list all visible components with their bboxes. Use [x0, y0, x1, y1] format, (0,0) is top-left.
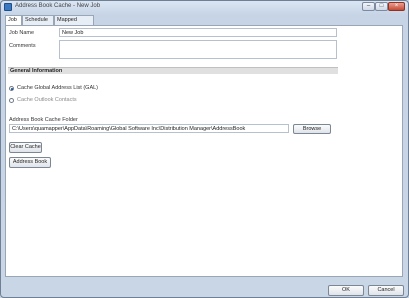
address-book-button[interactable]: Address Book — [9, 157, 51, 168]
comments-label: Comments — [9, 43, 36, 49]
app-icon — [4, 3, 12, 11]
job-tab-panel: Job Name New Job Comments General Inform… — [5, 25, 403, 277]
cache-outlook-label[interactable]: Cache Outlook Contacts — [17, 97, 77, 103]
job-name-label: Job Name — [9, 30, 35, 36]
browse-button[interactable]: Browse — [293, 124, 331, 134]
title-bar[interactable]: Address Book Cache - New Job ‒ □ × — [1, 1, 408, 13]
tab-mapped-drives[interactable]: Mapped Drives — [54, 15, 94, 32]
cache-folder-field[interactable]: C:\Users\quamapper\AppData\Roaming\Globa… — [9, 124, 289, 133]
maximize-button[interactable]: □ — [375, 2, 388, 11]
cache-outlook-radio[interactable] — [9, 98, 14, 103]
ok-button[interactable]: OK — [328, 285, 364, 296]
window-title: Address Book Cache - New Job — [15, 3, 101, 9]
general-information-header: General Information — [8, 67, 338, 74]
cancel-button[interactable]: Cancel — [368, 285, 404, 296]
cache-folder-label: Address Book Cache Folder — [9, 117, 78, 123]
job-name-field[interactable]: New Job — [59, 28, 337, 37]
close-button[interactable]: × — [388, 2, 405, 11]
cache-gal-radio[interactable] — [9, 86, 14, 91]
tab-schedule[interactable]: Schedule — [22, 15, 54, 25]
cache-gal-label[interactable]: Cache Global Address List (GAL) — [17, 85, 98, 91]
address-book-cache-window: Address Book Cache - New Job ‒ □ × Job S… — [0, 0, 409, 298]
comments-field[interactable] — [59, 40, 337, 59]
clear-cache-button[interactable]: Clear Cache — [9, 142, 42, 153]
minimize-button[interactable]: ‒ — [362, 2, 375, 11]
